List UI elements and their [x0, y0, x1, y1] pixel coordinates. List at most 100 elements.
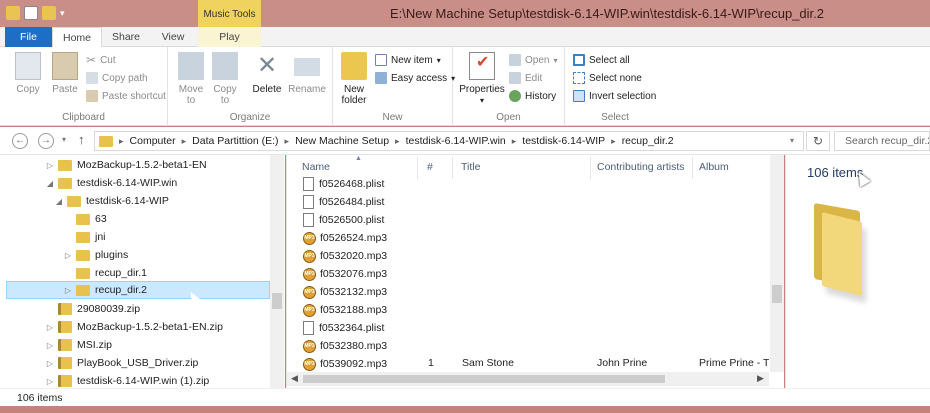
- file-row[interactable]: MP3 f0532020.mp3: [303, 247, 387, 265]
- forward-button[interactable]: →: [38, 133, 54, 149]
- customize-qat-icon[interactable]: ▾: [60, 8, 65, 19]
- file-row[interactable]: f0526468.plist: [303, 175, 384, 193]
- tree-item[interactable]: 29080039.zip: [45, 300, 140, 318]
- cut-button[interactable]: ✂ Cut: [86, 52, 116, 68]
- tree-item-label: testdisk-6.14-WIP: [86, 195, 169, 207]
- up-button[interactable]: ↑: [78, 132, 85, 147]
- file-row[interactable]: f0526500.plist: [303, 211, 384, 229]
- paste-shortcut-button[interactable]: Paste shortcut: [86, 88, 166, 104]
- column-header-title[interactable]: Title: [461, 161, 480, 173]
- breadcrumb-testdisk-win[interactable]: testdisk-6.14-WIP.win: [406, 135, 506, 147]
- breadcrumb-new-machine-setup[interactable]: New Machine Setup: [295, 135, 389, 147]
- file-row[interactable]: f0526484.plist: [303, 193, 384, 211]
- column-header-name[interactable]: Name: [302, 161, 330, 173]
- nav-scrollbar[interactable]: [270, 155, 284, 388]
- expand-icon[interactable]: ▷: [45, 377, 55, 386]
- file-row[interactable]: MP3 f0539092.mp3: [303, 355, 387, 373]
- new-item-button[interactable]: New item ▾: [375, 52, 441, 68]
- column-header-number[interactable]: #: [427, 161, 433, 173]
- recent-locations-dropdown-icon[interactable]: ▾: [62, 135, 66, 144]
- file-row[interactable]: f0532364.plist: [303, 319, 384, 337]
- file-list-pane: Name ▲ # Title Contributing artists Albu…: [286, 155, 784, 388]
- collapse-icon[interactable]: ◢: [45, 179, 55, 188]
- open-button[interactable]: Open ▾: [509, 52, 557, 68]
- tree-item[interactable]: 63: [63, 210, 107, 228]
- invert-selection-button[interactable]: Invert selection: [573, 88, 656, 104]
- tab-file[interactable]: File: [5, 27, 52, 47]
- breadcrumb-separator-icon[interactable]: ▸: [285, 136, 290, 147]
- collapse-icon[interactable]: ◢: [54, 197, 64, 206]
- move-to-button[interactable]: Move to: [176, 52, 206, 106]
- edit-button[interactable]: Edit: [509, 70, 542, 86]
- properties-icon[interactable]: [24, 6, 38, 20]
- breadcrumb-recup-dir-2[interactable]: recup_dir.2: [622, 135, 674, 147]
- tab-play[interactable]: Play: [198, 27, 261, 47]
- breadcrumb-separator-icon[interactable]: ▸: [119, 136, 124, 147]
- breadcrumb-data-partition[interactable]: Data Partittion (E:): [192, 135, 278, 147]
- column-header-contributing-artists[interactable]: Contributing artists: [597, 161, 685, 173]
- tree-item[interactable]: ▷ MozBackup-1.5.2-beta1-EN: [45, 156, 207, 174]
- mp3-file-icon: MP3: [303, 267, 316, 281]
- select-all-button[interactable]: Select all: [573, 52, 630, 68]
- column-divider[interactable]: [692, 157, 693, 179]
- select-none-button[interactable]: Select none: [573, 70, 642, 86]
- expand-icon[interactable]: ▷: [45, 359, 55, 368]
- column-divider[interactable]: [590, 157, 591, 179]
- breadcrumb-separator-icon[interactable]: ▸: [611, 136, 616, 147]
- paste-button[interactable]: Paste: [47, 52, 83, 95]
- tree-item[interactable]: ▷ MSI.zip: [45, 336, 112, 354]
- address-dropdown-icon[interactable]: ▾: [790, 136, 794, 145]
- tree-item[interactable]: ▷ PlayBook_USB_Driver.zip: [45, 354, 198, 372]
- properties-button[interactable]: ✔ Properties ▾: [459, 52, 505, 106]
- refresh-button[interactable]: ↻: [806, 131, 830, 151]
- tree-item[interactable]: ◢ testdisk-6.14-WIP: [54, 192, 169, 210]
- file-row[interactable]: MP3 f0532076.mp3: [303, 265, 387, 283]
- breadcrumb-separator-icon[interactable]: ▸: [395, 136, 400, 147]
- tab-share[interactable]: Share: [104, 27, 148, 47]
- file-row[interactable]: MP3 f0526524.mp3: [303, 229, 387, 247]
- breadcrumb-separator-icon[interactable]: ▸: [512, 136, 517, 147]
- expand-icon[interactable]: ▷: [45, 341, 55, 350]
- history-button[interactable]: History: [509, 88, 556, 104]
- tree-item-selected[interactable]: ▷ recup_dir.2: [6, 281, 270, 299]
- file-row[interactable]: MP3 f0532380.mp3: [303, 337, 387, 355]
- new-folder-button[interactable]: New folder: [337, 52, 371, 106]
- expand-icon[interactable]: ▷: [45, 161, 55, 170]
- copy-to-button[interactable]: Copy to: [210, 52, 240, 106]
- breadcrumb-testdisk-wip[interactable]: testdisk-6.14-WIP: [522, 135, 605, 147]
- delete-button[interactable]: ✕ Delete: [250, 52, 284, 95]
- easy-access-button[interactable]: Easy access ▾: [375, 70, 455, 86]
- tree-item[interactable]: ▷ MozBackup-1.5.2-beta1-EN.zip: [45, 318, 223, 336]
- file-list-horizontal-scrollbar[interactable]: ◀ ▶: [287, 372, 769, 386]
- expand-icon[interactable]: ▷: [63, 286, 73, 295]
- column-divider[interactable]: [452, 157, 453, 179]
- status-bar: 106 items: [0, 388, 930, 406]
- copy-path-button[interactable]: Copy path: [86, 70, 148, 86]
- file-row[interactable]: MP3 f0532188.mp3: [303, 301, 387, 319]
- tab-view[interactable]: View: [150, 27, 196, 47]
- file-row[interactable]: MP3 f0532132.mp3: [303, 283, 387, 301]
- file-list-scrollbar-thumb[interactable]: [772, 285, 782, 303]
- nav-scrollbar-thumb[interactable]: [272, 293, 282, 309]
- column-header-album[interactable]: Album: [699, 161, 729, 173]
- tree-item[interactable]: ▷ plugins: [63, 246, 128, 264]
- file-list-vertical-scrollbar[interactable]: [770, 155, 784, 372]
- tree-item[interactable]: jni: [63, 228, 106, 246]
- scroll-left-icon[interactable]: ◀: [291, 373, 298, 384]
- breadcrumb[interactable]: ▸ Computer ▸ Data Partittion (E:) ▸ New …: [94, 131, 804, 151]
- tab-home[interactable]: Home: [52, 27, 102, 48]
- rename-button[interactable]: Rename: [288, 52, 326, 95]
- expand-icon[interactable]: ▷: [63, 251, 73, 260]
- column-divider[interactable]: [417, 157, 418, 179]
- tree-item[interactable]: ◢ testdisk-6.14-WIP.win: [45, 174, 177, 192]
- scroll-right-icon[interactable]: ▶: [757, 373, 764, 384]
- copy-button[interactable]: Copy: [10, 52, 46, 95]
- search-input[interactable]: Search recup_dir.2: [834, 131, 930, 151]
- back-button[interactable]: ←: [12, 133, 28, 149]
- breadcrumb-separator-icon[interactable]: ▸: [182, 136, 187, 147]
- expand-icon[interactable]: ▷: [45, 323, 55, 332]
- new-folder-icon[interactable]: [42, 6, 56, 20]
- tree-item[interactable]: recup_dir.1: [63, 264, 147, 282]
- breadcrumb-computer[interactable]: Computer: [130, 135, 176, 147]
- horizontal-scrollbar-thumb[interactable]: [303, 375, 665, 383]
